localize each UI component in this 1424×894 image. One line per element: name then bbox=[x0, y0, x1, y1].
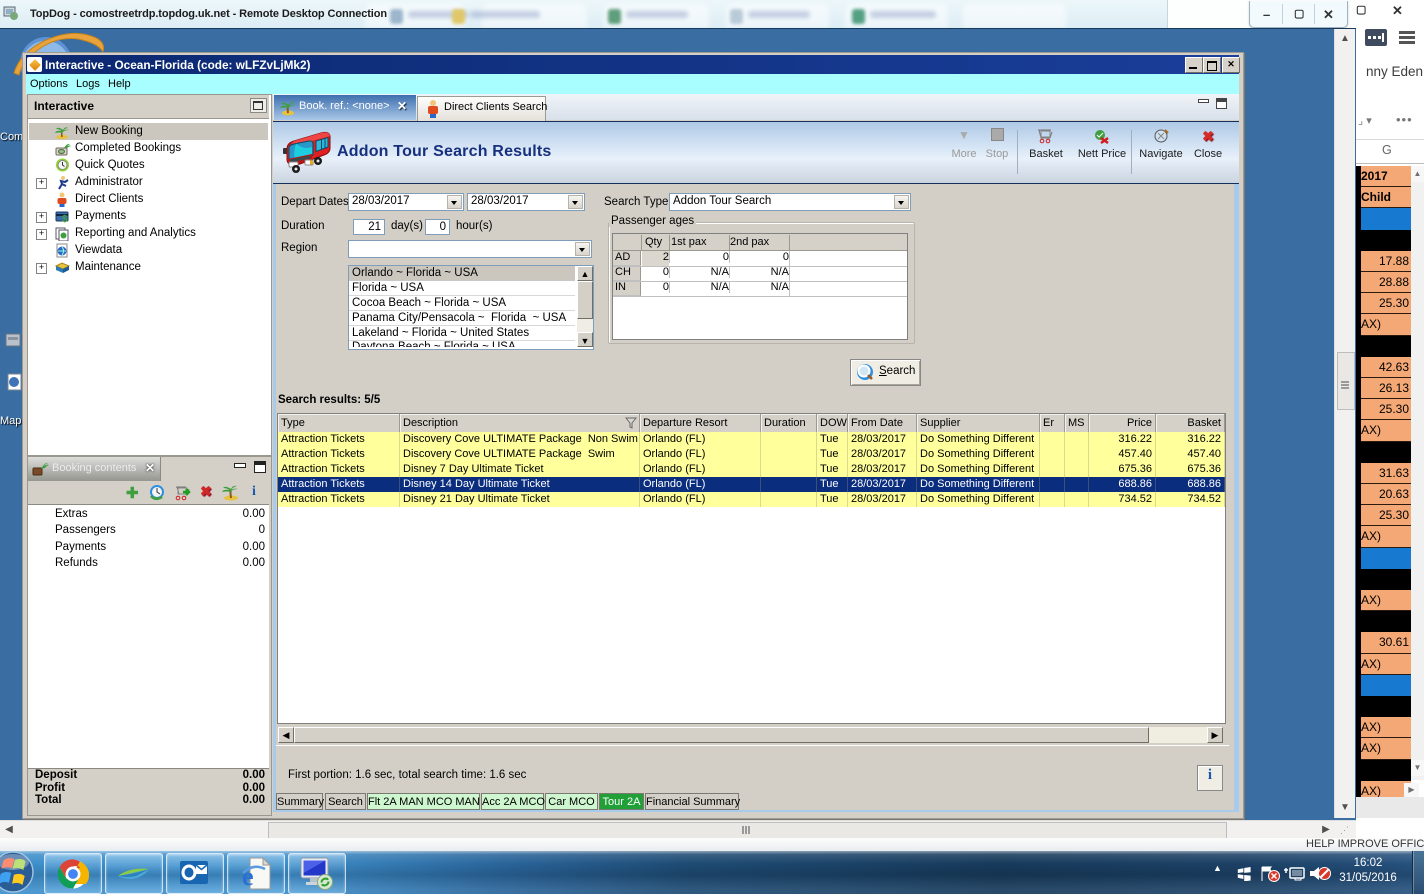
svg-text:$: $ bbox=[62, 214, 68, 224]
